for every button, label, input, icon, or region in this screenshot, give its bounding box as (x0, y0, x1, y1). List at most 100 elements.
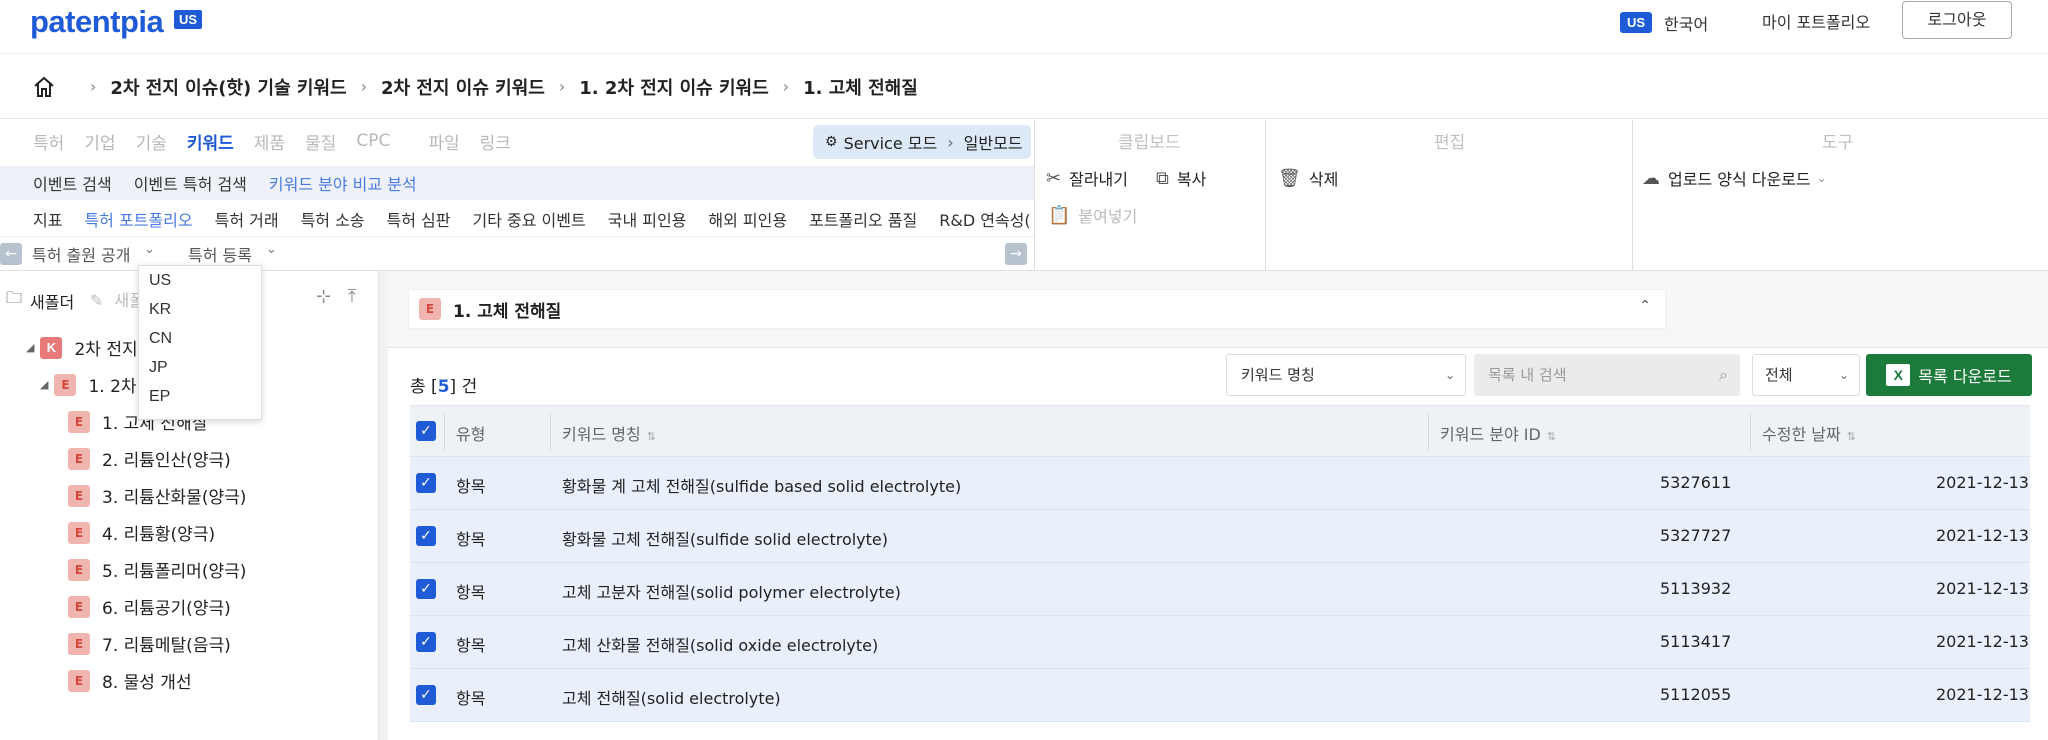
tree-item[interactable]: E 3. 리튬산화물(양극) (68, 483, 246, 508)
tab-patent-litigation[interactable]: 특허 소송 (301, 207, 365, 231)
cut-button[interactable]: ✂ 잘라내기 (1046, 166, 1128, 190)
table-row[interactable]: ✓ 항목 황화물 고체 전해질(sulfide solid electrolyt… (410, 510, 2030, 563)
chevron-up-icon[interactable]: ⌃ (1639, 298, 1651, 314)
row-checkbox[interactable]: ✓ (416, 685, 436, 705)
new-item-button[interactable]: ✎ 새폴 (90, 287, 144, 311)
tab-keyword[interactable]: 키워드 (187, 129, 234, 154)
scope-select[interactable]: 전체 ⌄ (1752, 354, 1860, 396)
cell-keyword-name[interactable]: 황화물 계 고체 전해질(sulfide based solid electro… (562, 473, 961, 497)
cell-keyword-name[interactable]: 고체 전해질(solid electrolyte) (562, 685, 781, 709)
filter-patent-registration[interactable]: 특허 등록 (188, 242, 252, 266)
table-row[interactable]: ✓ 항목 고체 고분자 전해질(solid polymer electrolyt… (410, 563, 2030, 616)
tree-structure-icon[interactable]: ⊹ (316, 286, 331, 307)
tab-event-patent-search[interactable]: 이벤트 특허 검색 (134, 171, 247, 195)
tree-item[interactable]: E 6. 리튬공기(양극) (68, 594, 231, 619)
tab-index[interactable]: 지표 (33, 207, 62, 231)
my-portfolio-link[interactable]: 마이 포트폴리오 (1762, 9, 1870, 33)
arrow-left-icon[interactable]: ← (0, 243, 22, 265)
filter-application-publication[interactable]: 특허 출원 공개 (32, 242, 131, 266)
selected-keyword-header[interactable]: E 1. 고체 전해질 ⌃ (408, 289, 1666, 329)
search-input[interactable]: 목록 내 검색 ⌕ (1474, 354, 1740, 396)
tree-node-root[interactable]: ◢ K 2차 전지 (26, 335, 138, 360)
tab-other-events[interactable]: 기타 중요 이벤트 (473, 207, 586, 231)
language-badge[interactable]: US (1620, 12, 1653, 33)
arrow-right-icon[interactable]: → (1005, 243, 1027, 265)
paste-button[interactable]: 📋 붙여넣기 (1048, 203, 1137, 227)
expand-triangle-icon[interactable]: ◢ (40, 378, 48, 391)
tree-item[interactable]: E 5. 리튬폴리머(양극) (68, 557, 246, 582)
search-field-select[interactable]: 키워드 명칭 ⌄ (1226, 354, 1466, 396)
column-keyword-name[interactable]: 키워드 명칭 ⇅ (562, 421, 656, 445)
breadcrumb-item[interactable]: 1. 고체 전해질 (803, 74, 918, 100)
tab-material[interactable]: 물질 (305, 129, 336, 154)
expand-triangle-icon[interactable]: ◢ (26, 341, 34, 354)
sort-icon[interactable]: ⇅ (1847, 430, 1856, 443)
breadcrumb-item[interactable]: 1. 2차 전지 이슈 키워드 (579, 74, 768, 100)
select-all-checkbox[interactable]: ✓ (416, 421, 436, 441)
tab-product[interactable]: 제품 (254, 129, 285, 154)
scissors-icon: ✂ (1046, 167, 1062, 189)
sort-icon[interactable]: ⇅ (647, 430, 656, 443)
tab-patent[interactable]: 특허 (33, 129, 64, 154)
tab-foreign-citations[interactable]: 해외 피인용 (708, 207, 787, 231)
row-checkbox[interactable]: ✓ (416, 632, 436, 652)
table-row[interactable]: ✓ 항목 황화물 계 고체 전해질(sulfide based solid el… (410, 457, 2030, 510)
tab-patent-trial[interactable]: 특허 심판 (387, 207, 451, 231)
table-row[interactable]: ✓ 항목 고체 산화물 전해질(solid oxide electrolyte)… (410, 616, 2030, 669)
chevron-down-icon[interactable]: ⌄ (144, 242, 155, 257)
dropdown-option-ep[interactable]: EP (139, 382, 261, 411)
tree-item-label: 6. 리튬공기(양극) (102, 599, 231, 619)
tree-item[interactable]: E 2. 리튬인산(양극) (68, 446, 231, 471)
copy-button[interactable]: ⧉ 복사 (1156, 166, 1206, 190)
tab-portfolio-quality[interactable]: 포트폴리오 품질 (809, 207, 917, 231)
dropdown-option-cn[interactable]: CN (139, 324, 261, 353)
entry-badge: E (68, 410, 90, 433)
service-mode-toggle[interactable]: ⚙ Service 모드 › 일반모드 (813, 125, 1031, 159)
tab-keyword-compare[interactable]: 키워드 분야 비교 분석 (269, 171, 417, 195)
tab-link[interactable]: 링크 (480, 129, 511, 154)
language-link[interactable]: 한국어 (1664, 11, 1708, 35)
delete-label: 삭제 (1308, 170, 1339, 189)
chevron-down-icon[interactable]: ⌄ (266, 242, 277, 257)
search-icon[interactable]: ⌕ (1719, 354, 1728, 396)
dropdown-option-us[interactable]: US (139, 266, 261, 295)
logout-button[interactable]: 로그아웃 (1902, 1, 2012, 39)
upload-template-label: 업로드 양식 다운로드 (1668, 170, 1811, 189)
tab-event-search[interactable]: 이벤트 검색 (33, 171, 112, 195)
dropdown-option-jp[interactable]: JP (139, 353, 261, 382)
breadcrumb-item[interactable]: 2차 전지 이슈 키워드 (381, 74, 545, 100)
tree-item[interactable]: E 4. 리튬황(양극) (68, 520, 215, 545)
tab-cpc[interactable]: CPC (356, 131, 390, 151)
delete-button[interactable]: 🗑 삭제 (1278, 166, 1338, 190)
column-keyword-field-id[interactable]: 키워드 분야 ID ⇅ (1440, 421, 1556, 445)
row-checkbox[interactable]: ✓ (416, 526, 436, 546)
upload-template-download-button[interactable]: ☁ 업로드 양식 다운로드 ⌄ (1642, 166, 1827, 190)
tab-patent-portfolio[interactable]: 특허 포트폴리오 (84, 207, 192, 231)
tab-company[interactable]: 기업 (84, 129, 115, 154)
column-modified-date[interactable]: 수정한 날짜 ⇅ (1762, 421, 1856, 445)
tab-rnd-continuity[interactable]: R&D 연속성( (939, 207, 1030, 231)
tab-technology[interactable]: 기술 (136, 129, 167, 154)
cell-keyword-name[interactable]: 고체 산화물 전해질(solid oxide electrolyte) (562, 632, 878, 656)
row-checkbox[interactable]: ✓ (416, 579, 436, 599)
download-list-button[interactable]: X 목록 다운로드 (1866, 354, 2032, 396)
breadcrumb-item[interactable]: 2차 전지 이슈(핫) 기술 키워드 (110, 74, 346, 100)
tree-item[interactable]: E 8. 물성 개선 (68, 668, 192, 693)
cell-keyword-name[interactable]: 황화물 고체 전해질(sulfide solid electrolyte) (562, 526, 888, 550)
row-checkbox[interactable]: ✓ (416, 473, 436, 493)
dropdown-option-kr[interactable]: KR (139, 295, 261, 324)
table-row[interactable]: ✓ 항목 고체 전해질(solid electrolyte) 5112055 2… (410, 669, 2030, 722)
tree-item[interactable]: E 7. 리튬메탈(음극) (68, 631, 231, 656)
tab-file[interactable]: 파일 (428, 129, 459, 154)
tab-domestic-citations[interactable]: 국내 피인용 (608, 207, 687, 231)
logo[interactable]: patentpia (30, 4, 164, 40)
sort-icon[interactable]: ⇅ (1547, 430, 1556, 443)
new-folder-button[interactable]: 🗀 새폴더 (6, 287, 74, 314)
home-icon[interactable] (32, 75, 56, 99)
collapse-all-icon[interactable]: ⤒ (348, 286, 356, 307)
splitter[interactable] (378, 271, 388, 740)
service-mode-label: Service 모드 (843, 134, 938, 153)
tree-node-child[interactable]: ◢ E 1. 2차 (40, 372, 137, 397)
cell-keyword-name[interactable]: 고체 고분자 전해질(solid polymer electrolyte) (562, 579, 901, 603)
tab-patent-trade[interactable]: 특허 거래 (215, 207, 279, 231)
